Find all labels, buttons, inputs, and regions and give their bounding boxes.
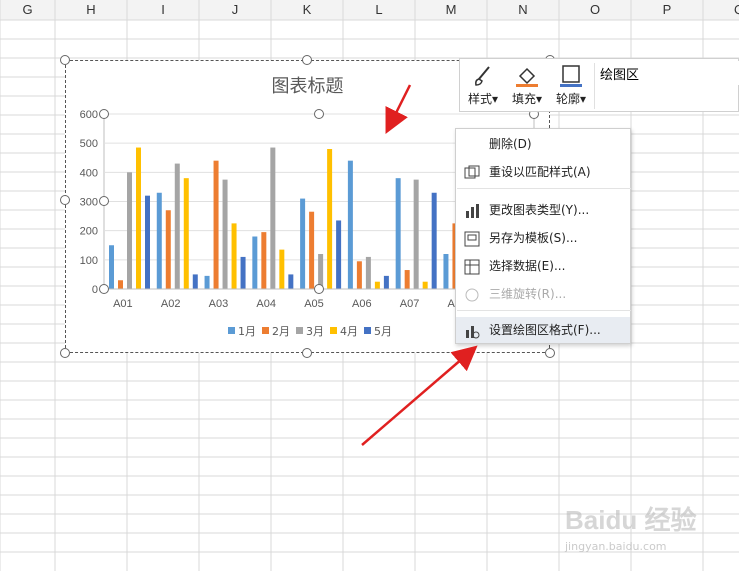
annotation-arrows (361, 84, 478, 446)
watermark-url: jingyan.baidu.com (565, 540, 667, 553)
watermark-logo: Baidu 经验 (565, 505, 697, 535)
arrow-to-plot-area (385, 84, 412, 134)
arrow-to-format-item (361, 345, 478, 446)
